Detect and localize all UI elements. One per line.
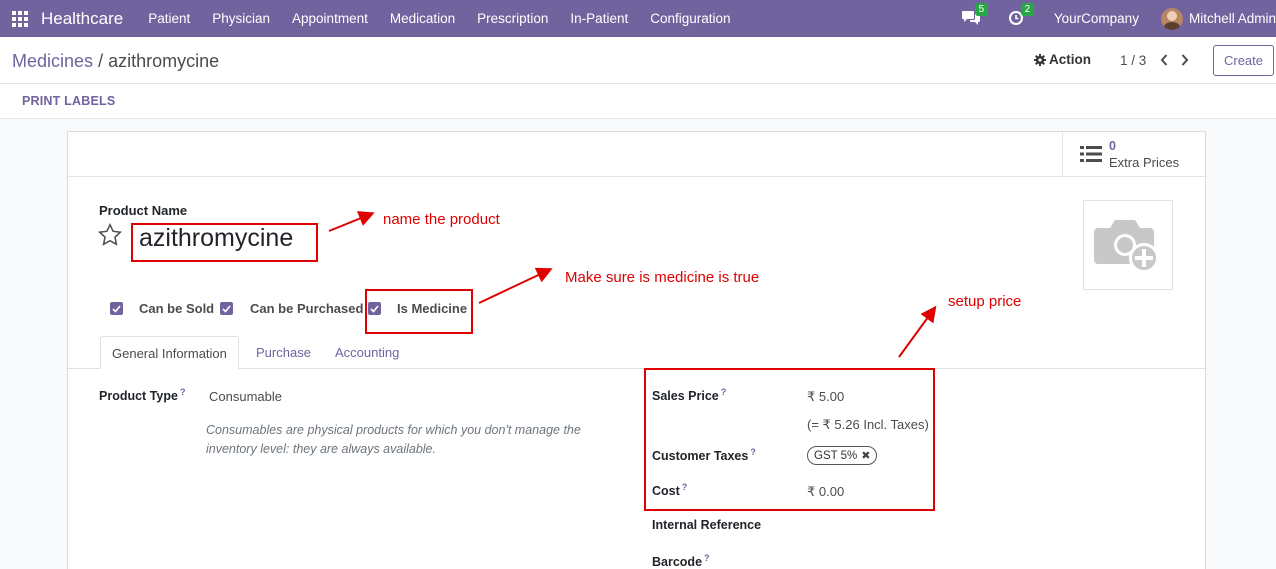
menu-medication[interactable]: Medication	[379, 11, 466, 26]
list-icon	[1080, 146, 1102, 162]
menu-physician[interactable]: Physician	[201, 11, 281, 26]
user-menu[interactable]: Mitchell Admin	[1189, 11, 1276, 26]
favorite-star-icon[interactable]	[97, 222, 123, 248]
customer-taxes-label: Customer Taxes?	[652, 447, 756, 464]
help-tooltip-icon[interactable]: ?	[180, 387, 186, 397]
form-sheet: 0 Extra Prices Product Name azithromycin…	[67, 131, 1206, 569]
pager-previous-button[interactable]	[1157, 52, 1171, 68]
is-medicine-label[interactable]: Is Medicine	[397, 301, 467, 316]
product-type-label: Product Type?	[99, 387, 186, 404]
pager-next-button[interactable]	[1178, 52, 1192, 68]
can-be-purchased-label[interactable]: Can be Purchased	[250, 301, 363, 316]
product-type-select[interactable]: Consumable	[209, 389, 282, 404]
extra-prices-count: 0	[1109, 139, 1116, 153]
action-dropdown[interactable]: Action	[1034, 52, 1091, 67]
activities-badge: 2	[1020, 2, 1034, 16]
create-button[interactable]: Create	[1213, 45, 1274, 76]
extra-prices-button[interactable]: 0 Extra Prices	[1062, 132, 1205, 176]
remove-tag-icon[interactable]: ✖	[861, 449, 870, 462]
sales-price-label: Sales Price?	[652, 387, 727, 404]
annotation-note-medicine: Make sure is medicine is true	[565, 269, 760, 286]
tab-general-information[interactable]: General Information	[100, 336, 239, 369]
barcode-label: Barcode?	[652, 553, 710, 569]
help-tooltip-icon[interactable]: ?	[682, 482, 688, 492]
cost-field[interactable]: ₹ 0.00	[807, 484, 844, 500]
help-tooltip-icon[interactable]: ?	[750, 447, 756, 457]
menu-prescription[interactable]: Prescription	[466, 11, 559, 26]
annotation-note-price: setup price	[948, 293, 1022, 310]
check-icon	[112, 304, 121, 313]
product-name-field[interactable]: azithromycine	[139, 224, 293, 253]
menu-in-patient[interactable]: In-Patient	[559, 11, 639, 26]
avatar[interactable]	[1160, 7, 1183, 30]
tax-tag-label: GST 5%	[814, 449, 858, 462]
app-brand[interactable]: Healthcare	[41, 9, 123, 29]
extra-prices-label: Extra Prices	[1109, 155, 1180, 170]
breadcrumb: Medicines / azithromycine	[12, 51, 219, 72]
is-medicine-checkbox[interactable]	[368, 302, 381, 315]
gear-icon	[1034, 53, 1046, 66]
activities-button[interactable]: 2	[1008, 2, 1034, 29]
company-switcher[interactable]: YourCompany	[1054, 11, 1139, 26]
annotation-note-name: name the product	[383, 211, 500, 228]
breadcrumb-separator: /	[98, 51, 104, 71]
status-bar: PRINT LABELS	[0, 84, 1276, 119]
menu-patient[interactable]: Patient	[137, 11, 201, 26]
top-navbar: Healthcare Patient Physician Appointment…	[0, 0, 1276, 37]
internal-reference-label: Internal Reference	[652, 518, 762, 532]
tab-accounting[interactable]: Accounting	[324, 336, 410, 369]
breadcrumb-current: azithromycine	[108, 51, 220, 71]
check-icon	[222, 304, 231, 313]
pager-value[interactable]: 1 / 3	[1120, 53, 1146, 68]
product-type-help: Consumables are physical products for wh…	[206, 423, 581, 456]
menu-configuration[interactable]: Configuration	[639, 11, 741, 26]
menu-appointment[interactable]: Appointment	[281, 11, 379, 26]
sales-price-field[interactable]: ₹ 5.00	[807, 389, 844, 405]
camera-plus-icon	[1094, 220, 1159, 273]
can-be-purchased-checkbox[interactable]	[220, 302, 233, 315]
messages-button[interactable]: 5	[961, 2, 988, 29]
messages-badge: 5	[974, 2, 988, 16]
breadcrumb-medicines[interactable]: Medicines	[12, 51, 93, 71]
product-name-label: Product Name	[99, 203, 188, 218]
tax-tag-gst-5[interactable]: GST 5% ✖	[807, 446, 878, 465]
chevron-right-icon	[1181, 54, 1189, 66]
apps-grid-icon[interactable]	[12, 10, 28, 27]
can-be-sold-label[interactable]: Can be Sold	[139, 301, 214, 316]
action-label: Action	[1049, 52, 1091, 67]
smart-button-box: 0 Extra Prices	[68, 132, 1205, 177]
print-labels-button[interactable]: PRINT LABELS	[22, 94, 115, 108]
help-tooltip-icon[interactable]: ?	[721, 387, 727, 397]
help-tooltip-icon[interactable]: ?	[704, 553, 710, 563]
check-icon	[370, 304, 379, 313]
cost-label: Cost?	[652, 482, 688, 499]
can-be-sold-checkbox[interactable]	[110, 302, 123, 315]
control-panel: Medicines / azithromycine Action 1 / 3 C…	[0, 37, 1276, 84]
tab-purchase[interactable]: Purchase	[245, 336, 322, 369]
price-incl-taxes: (= ₹ 5.26 Incl. Taxes)	[807, 417, 929, 432]
product-image-upload[interactable]	[1083, 200, 1173, 290]
chevron-left-icon	[1160, 54, 1168, 66]
